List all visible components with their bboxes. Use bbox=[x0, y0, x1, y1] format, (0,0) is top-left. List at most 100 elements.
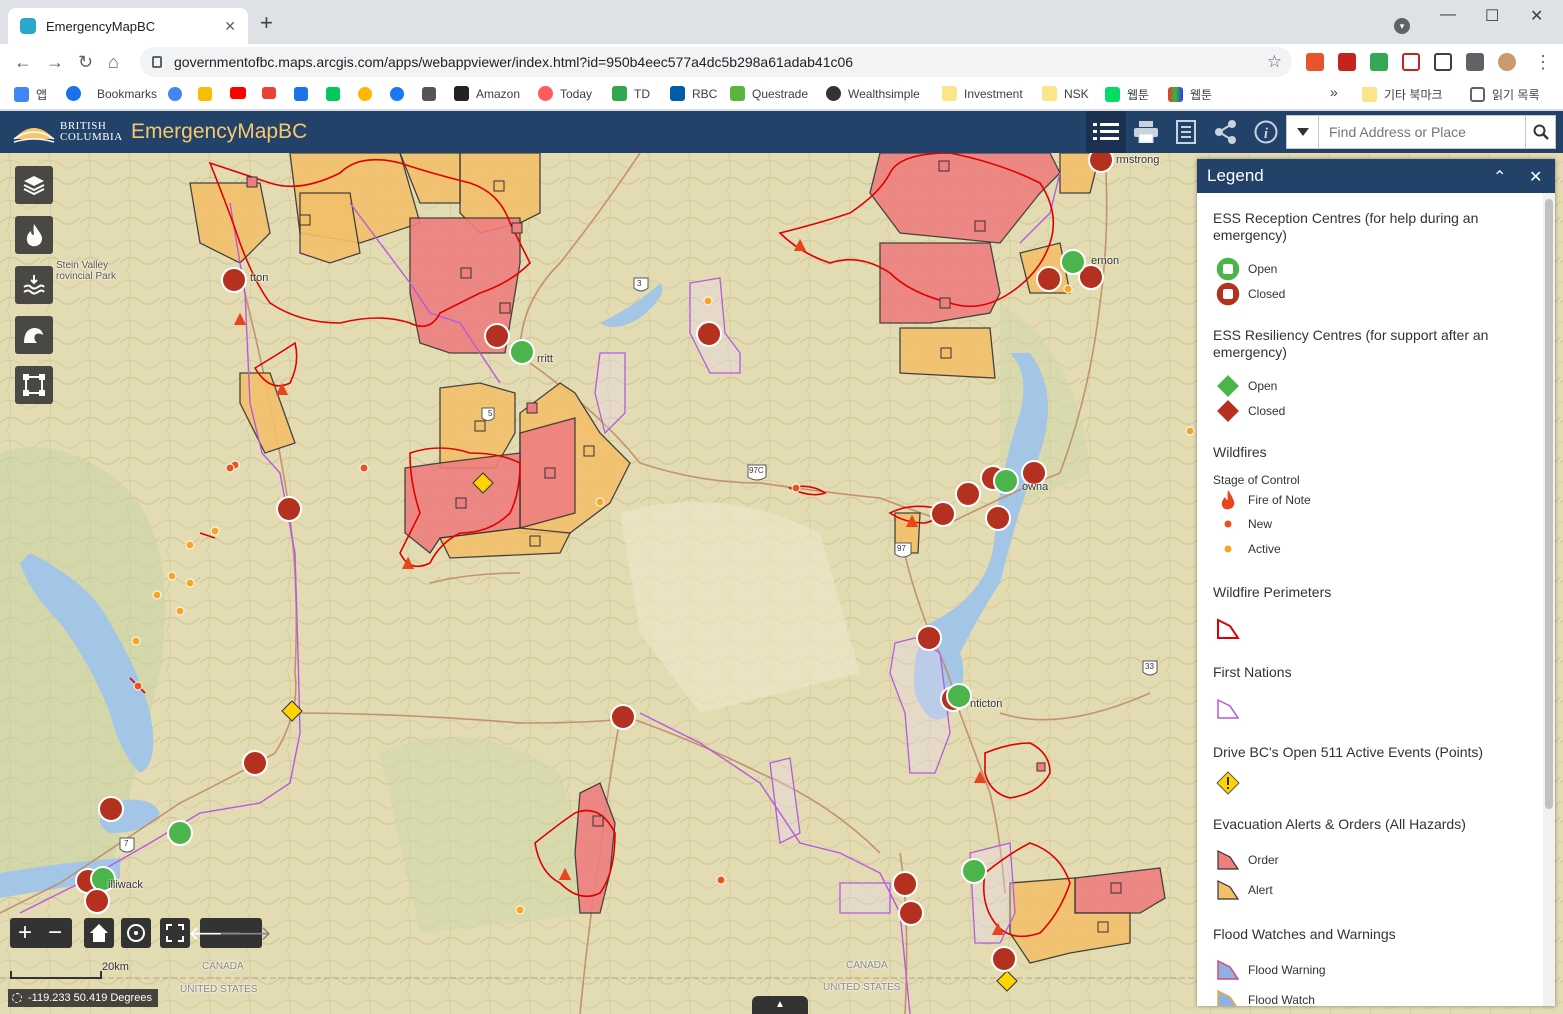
legend-button[interactable] bbox=[1086, 111, 1126, 153]
google-icon[interactable] bbox=[168, 87, 182, 101]
puzzle-extensions-icon[interactable] bbox=[1466, 53, 1484, 71]
ess-closed-marker[interactable] bbox=[930, 501, 956, 527]
bookmark-amazon[interactable]: Amazon bbox=[454, 86, 520, 101]
bookmark-star-icon[interactable]: ☆ bbox=[1267, 52, 1282, 72]
calendar-icon[interactable] bbox=[294, 87, 308, 101]
print-button[interactable] bbox=[1126, 111, 1166, 153]
bookmark-apps[interactable]: 앱 bbox=[14, 86, 47, 103]
ess-closed-marker[interactable] bbox=[985, 505, 1011, 531]
ess-closed-marker[interactable] bbox=[916, 625, 942, 651]
extension-icon[interactable] bbox=[1402, 53, 1420, 71]
bookmark-webtoon-1[interactable]: 웹툰 bbox=[1105, 86, 1149, 103]
search-input[interactable] bbox=[1319, 116, 1525, 148]
ess-closed-marker[interactable] bbox=[484, 323, 510, 349]
facebook-icon[interactable] bbox=[390, 87, 404, 101]
ess-open-marker[interactable] bbox=[946, 683, 972, 709]
extension-icon[interactable] bbox=[1434, 53, 1452, 71]
close-tab-icon[interactable]: ✕ bbox=[224, 18, 236, 35]
home-icon[interactable]: ⌂ bbox=[108, 52, 119, 72]
ess-closed-marker[interactable] bbox=[98, 796, 124, 822]
bookmark-rbc[interactable]: RBC bbox=[670, 86, 717, 101]
highway-3-shield: 3 bbox=[637, 279, 642, 288]
zoom-out-button[interactable]: − bbox=[40, 918, 70, 948]
close-panel-icon[interactable]: ✕ bbox=[1529, 167, 1542, 187]
bookmark-investment[interactable]: Investment bbox=[942, 86, 1023, 101]
profile-avatar[interactable] bbox=[1498, 53, 1516, 71]
bookmark-icon[interactable] bbox=[198, 87, 212, 101]
ess-closed-marker[interactable] bbox=[892, 871, 918, 897]
bookmark-today[interactable]: Today bbox=[538, 86, 592, 101]
ess-closed-marker[interactable] bbox=[242, 750, 268, 776]
bookmark-icon[interactable] bbox=[358, 87, 372, 101]
flood-layer-button[interactable] bbox=[15, 266, 53, 304]
ess-closed-marker[interactable] bbox=[955, 481, 981, 507]
ess-closed-marker[interactable] bbox=[898, 900, 924, 926]
back-icon[interactable]: ← bbox=[14, 52, 32, 72]
search-button[interactable] bbox=[1525, 116, 1555, 148]
minimize-icon[interactable]: — bbox=[1440, 6, 1456, 24]
coordinate-readout[interactable]: -119.233 50.419 Degrees bbox=[8, 989, 158, 1007]
bookmark-webtoon-2[interactable]: 웹툰 bbox=[1168, 86, 1212, 103]
extension-icon[interactable] bbox=[1306, 53, 1324, 71]
ess-closed-marker[interactable] bbox=[1036, 266, 1062, 292]
bookmark-wealthsimple[interactable]: Wealthsimple bbox=[826, 86, 920, 101]
maximize-icon[interactable]: ☐ bbox=[1485, 6, 1499, 26]
ess-open-marker[interactable] bbox=[1060, 249, 1086, 275]
collapse-panel-icon[interactable]: ⌃ bbox=[1493, 167, 1506, 187]
scale-label: 20km bbox=[102, 961, 129, 973]
legend-section-perimeters: Wildfire Perimeters bbox=[1213, 584, 1332, 600]
menu-kebab-icon[interactable]: ⋮ bbox=[1534, 52, 1552, 72]
ess-closed-marker[interactable] bbox=[221, 267, 247, 293]
attribute-table-toggle[interactable]: ▲ bbox=[752, 996, 808, 1014]
my-location-button[interactable] bbox=[121, 918, 151, 948]
next-extent-button[interactable]: 🡒 bbox=[218, 918, 272, 948]
tab-search-icon[interactable]: ▾ bbox=[1394, 18, 1410, 34]
ess-closed-marker[interactable] bbox=[610, 704, 636, 730]
bookmark-bookmarks[interactable]: Bookmarks bbox=[66, 86, 157, 101]
forward-icon[interactable]: → bbox=[46, 52, 64, 72]
info-button[interactable]: i bbox=[1246, 111, 1286, 153]
layer-list-button[interactable] bbox=[15, 166, 53, 204]
org-name: BRITISH COLUMBIA bbox=[60, 121, 123, 143]
gmail-icon[interactable] bbox=[262, 87, 276, 99]
search-source-dropdown[interactable] bbox=[1287, 116, 1319, 148]
bookmark-label: 기타 북마크 bbox=[1384, 88, 1443, 102]
ess-closed-marker[interactable] bbox=[991, 946, 1017, 972]
wildfire-layer-button[interactable] bbox=[15, 216, 53, 254]
highway-97c-shield: 97C bbox=[749, 466, 764, 475]
tsunami-layer-button[interactable] bbox=[15, 316, 53, 354]
legend-scrollbar[interactable] bbox=[1543, 193, 1555, 1006]
bookmark-nsk[interactable]: NSK bbox=[1042, 86, 1089, 101]
share-button[interactable] bbox=[1206, 111, 1246, 153]
address-bar[interactable]: governmentofbc.maps.arcgis.com/apps/weba… bbox=[140, 47, 1292, 77]
bookmark-icon[interactable] bbox=[422, 87, 436, 101]
ess-open-marker[interactable] bbox=[961, 858, 987, 884]
scrollbar-thumb[interactable] bbox=[1545, 199, 1553, 809]
bookmarks-overflow[interactable]: » bbox=[1330, 84, 1338, 100]
bookmark-other[interactable]: 기타 북마크 bbox=[1362, 86, 1443, 103]
ess-open-marker[interactable] bbox=[993, 468, 1019, 494]
bookmark-td[interactable]: TD bbox=[612, 86, 650, 101]
bookmark-questrade[interactable]: Questrade bbox=[730, 86, 808, 101]
ess-closed-marker[interactable] bbox=[276, 496, 302, 522]
youtube-icon[interactable] bbox=[230, 87, 246, 99]
reading-list[interactable]: 읽기 목록 bbox=[1470, 86, 1540, 103]
home-extent-button[interactable] bbox=[84, 918, 114, 948]
reload-icon[interactable]: ↻ bbox=[78, 52, 93, 72]
drive-extension-icon[interactable] bbox=[1370, 53, 1388, 71]
ess-closed-marker[interactable] bbox=[84, 888, 110, 914]
bookmark-label: Amazon bbox=[476, 86, 521, 101]
browser-tab[interactable]: EmergencyMapBC ✕ bbox=[8, 8, 248, 44]
about-layers-button[interactable] bbox=[1166, 111, 1206, 153]
legend-header: Legend ⌃ ✕ bbox=[1197, 159, 1555, 193]
ess-closed-marker[interactable] bbox=[696, 321, 722, 347]
new-tab-button[interactable]: + bbox=[260, 12, 273, 34]
pdf-extension-icon[interactable] bbox=[1338, 53, 1356, 71]
close-window-icon[interactable]: ✕ bbox=[1530, 6, 1543, 26]
ess-open-marker[interactable] bbox=[167, 820, 193, 846]
ess-open-marker[interactable] bbox=[509, 339, 535, 365]
draw-extent-button[interactable] bbox=[15, 366, 53, 404]
naver-icon[interactable] bbox=[326, 87, 340, 101]
fullscreen-button[interactable] bbox=[160, 918, 190, 948]
zoom-in-button[interactable]: + bbox=[10, 918, 40, 948]
